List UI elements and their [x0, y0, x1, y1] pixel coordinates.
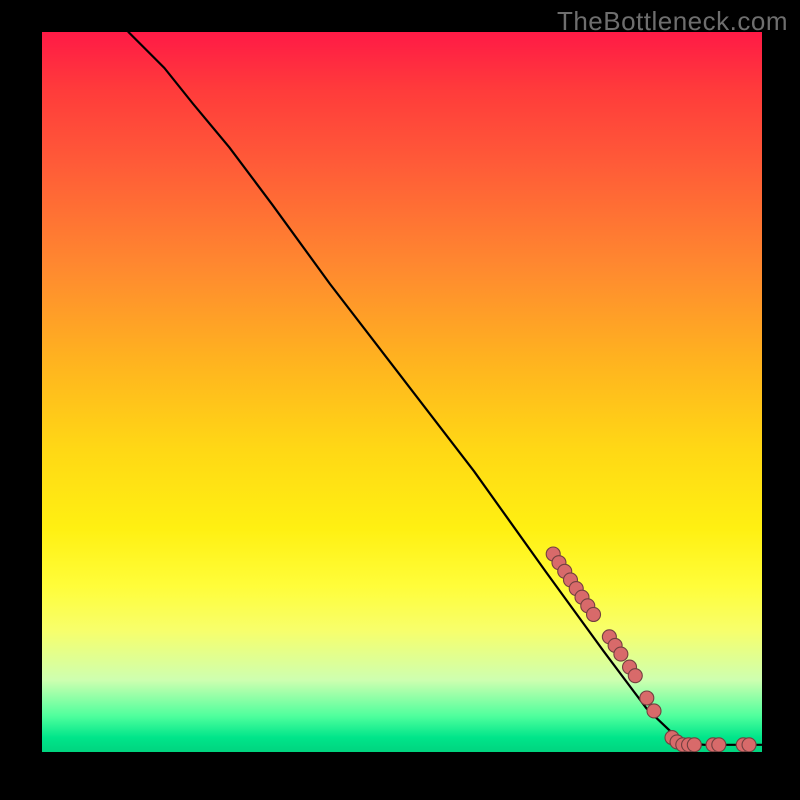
- data-points-group: [546, 547, 756, 752]
- watermark-text: TheBottleneck.com: [557, 6, 788, 37]
- data-point: [614, 647, 628, 661]
- bottleneck-curve: [128, 32, 762, 745]
- data-point: [640, 691, 654, 705]
- plot-area: [42, 32, 762, 752]
- data-point: [687, 738, 701, 752]
- data-point: [587, 607, 601, 621]
- data-point: [628, 669, 642, 683]
- chart-overlay: [42, 32, 762, 752]
- data-point: [712, 738, 726, 752]
- data-point: [647, 704, 661, 718]
- chart-frame: TheBottleneck.com: [0, 0, 800, 800]
- data-point: [742, 738, 756, 752]
